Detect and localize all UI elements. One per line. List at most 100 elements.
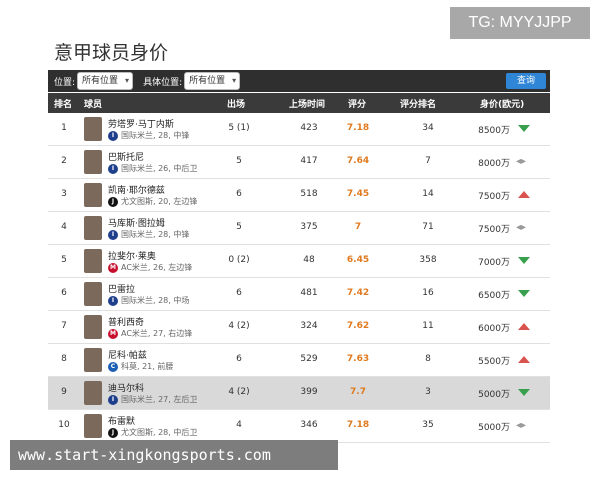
player-name-link[interactable]: 拉斐尔·莱奥 [108, 249, 156, 262]
apps-cell: 5 [236, 156, 242, 166]
value-cell: 8500万 [478, 126, 510, 136]
player-club-info: I 国际米兰, 28, 中锋 [108, 130, 189, 141]
player-name-link[interactable]: 尼科·帕兹 [108, 348, 147, 361]
rating-rank-cell: 8 [425, 354, 431, 364]
rating-cell: 7.64 [346, 156, 370, 166]
table-row[interactable]: 7 普利西奇 M AC米兰, 27, 右边锋 4 (2) 324 7.62 11… [48, 311, 550, 344]
player-club-info: J 尤文图斯, 28, 中后卫 [108, 427, 197, 438]
table-row[interactable]: 9 迪马尔科 I 国际米兰, 27, 左后卫 4 (2) 399 7.7 3 5… [48, 377, 550, 410]
player-avatar[interactable] [84, 117, 102, 141]
table-row[interactable]: 6 巴雷拉 I 国际米兰, 28, 中场 6 481 7.42 16 6500万 [48, 278, 550, 311]
minutes-cell: 481 [300, 288, 318, 298]
club-info-text: 国际米兰, 26, 中后卫 [121, 164, 198, 173]
club-badge-icon: M [108, 328, 118, 339]
trend-up-icon [518, 191, 530, 198]
player-avatar[interactable] [84, 216, 102, 240]
rank-cell: 4 [61, 222, 67, 232]
player-avatar[interactable] [84, 381, 102, 405]
player-club-info: C 科莫, 21, 前腰 [108, 361, 173, 372]
rank-cell: 3 [61, 189, 67, 199]
player-club-info: I 国际米兰, 28, 中锋 [108, 229, 189, 240]
rating-rank-cell: 71 [422, 222, 434, 232]
trend-up-icon [518, 323, 530, 330]
player-avatar[interactable] [84, 315, 102, 339]
rating-rank-cell: 14 [422, 189, 434, 199]
club-info-text: AC米兰, 27, 右边锋 [121, 329, 193, 338]
player-name-link[interactable]: 凯南·耶尔德兹 [108, 183, 165, 196]
club-info-text: 科莫, 21, 前腰 [121, 362, 174, 371]
col-minutes[interactable]: 上场时间 [289, 97, 325, 110]
col-player[interactable]: 球员 [84, 97, 102, 110]
trend-flat-icon: ◂▸ [516, 156, 527, 167]
value-cell: 5000万 [478, 423, 510, 433]
rank-cell: 9 [61, 387, 67, 397]
player-name-link[interactable]: 巴雷拉 [108, 282, 135, 295]
table-row[interactable]: 1 劳塔罗·马丁内斯 I 国际米兰, 28, 中锋 5 (1) 423 7.18… [48, 113, 550, 146]
table-row[interactable]: 2 巴斯托尼 I 国际米兰, 26, 中后卫 5 417 7.64 7 8000… [48, 146, 550, 179]
position-label: 位置: [54, 77, 76, 88]
col-rating-rank[interactable]: 评分排名 [400, 97, 436, 110]
rating-rank-cell: 7 [425, 156, 431, 166]
rating-cell: 7.18 [346, 123, 370, 133]
rank-cell: 1 [61, 123, 67, 133]
player-name-link[interactable]: 迪马尔科 [108, 381, 144, 394]
value-cell: 6000万 [478, 324, 510, 334]
player-avatar[interactable] [84, 348, 102, 372]
rating-rank-cell: 11 [422, 321, 434, 331]
player-avatar[interactable] [84, 414, 102, 438]
player-name-link[interactable]: 布雷默 [108, 414, 135, 427]
apps-cell: 5 [236, 222, 242, 232]
value-cell: 5500万 [478, 357, 510, 367]
player-name-link[interactable]: 巴斯托尼 [108, 150, 144, 163]
search-button[interactable]: 查询 [506, 73, 546, 89]
rating-cell: 7.63 [346, 354, 370, 364]
table-row[interactable]: 8 尼科·帕兹 C 科莫, 21, 前腰 6 529 7.63 8 5500万 [48, 344, 550, 377]
player-name-link[interactable]: 马库斯·图拉姆 [108, 216, 165, 229]
club-badge-icon: I [108, 295, 118, 306]
specific-position-label: 具体位置: [143, 77, 183, 88]
apps-cell: 5 (1) [228, 123, 250, 133]
table-row[interactable]: 3 凯南·耶尔德兹 J 尤文图斯, 20, 左边锋 6 518 7.45 14 … [48, 179, 550, 212]
col-rank[interactable]: 排名 [54, 97, 72, 110]
col-rating[interactable]: 评分 [348, 97, 366, 110]
specific-select-value: 所有位置 [189, 76, 226, 86]
player-avatar[interactable] [84, 249, 102, 273]
rating-rank-cell: 16 [422, 288, 434, 298]
table-row[interactable]: 4 马库斯·图拉姆 I 国际米兰, 28, 中锋 5 375 7 71 7500… [48, 212, 550, 245]
minutes-cell: 324 [300, 321, 318, 331]
rating-cell: 7.42 [346, 288, 370, 298]
rank-cell: 2 [61, 156, 67, 166]
position-select-value: 所有位置 [82, 76, 119, 86]
apps-cell: 6 [236, 189, 242, 199]
player-avatar[interactable] [84, 282, 102, 306]
position-select[interactable]: 所有位置 ▾ [77, 72, 134, 90]
player-club-info: I 国际米兰, 26, 中后卫 [108, 163, 197, 174]
player-name-link[interactable]: 劳塔罗·马丁内斯 [108, 117, 174, 130]
trend-flat-icon: ◂▸ [516, 222, 527, 233]
club-badge-icon: I [108, 394, 118, 405]
apps-cell: 4 (2) [228, 387, 250, 397]
club-badge-icon: C [108, 361, 118, 372]
rank-cell: 6 [61, 288, 67, 298]
player-name-link[interactable]: 普利西奇 [108, 315, 144, 328]
player-avatar[interactable] [84, 150, 102, 174]
col-value[interactable]: 身价(欧元) [480, 97, 524, 110]
rating-cell: 7.7 [350, 387, 366, 397]
value-cell: 7500万 [478, 225, 510, 235]
chevron-down-icon: ▾ [232, 76, 237, 85]
player-avatar[interactable] [84, 183, 102, 207]
trend-down-icon [518, 125, 530, 132]
table-row[interactable]: 5 拉斐尔·莱奥 M AC米兰, 26, 左边锋 0 (2) 48 6.45 3… [48, 245, 550, 278]
minutes-cell: 518 [300, 189, 318, 199]
club-info-text: 国际米兰, 28, 中锋 [121, 230, 190, 239]
club-badge-icon: M [108, 262, 118, 273]
specific-position-select[interactable]: 所有位置 ▾ [184, 72, 241, 90]
filter-bar: 位置: 所有位置 ▾ 具体位置: 所有位置 ▾ 查询 [48, 70, 550, 92]
player-club-info: I 国际米兰, 28, 中场 [108, 295, 189, 306]
trend-down-icon [518, 257, 530, 264]
col-apps[interactable]: 出场 [227, 97, 245, 110]
rating-rank-cell: 35 [422, 420, 434, 430]
table-row[interactable]: 10 布雷默 J 尤文图斯, 28, 中后卫 4 346 7.18 35 500… [48, 410, 550, 443]
rating-cell: 7.18 [346, 420, 370, 430]
club-info-text: 国际米兰, 28, 中锋 [121, 131, 190, 140]
